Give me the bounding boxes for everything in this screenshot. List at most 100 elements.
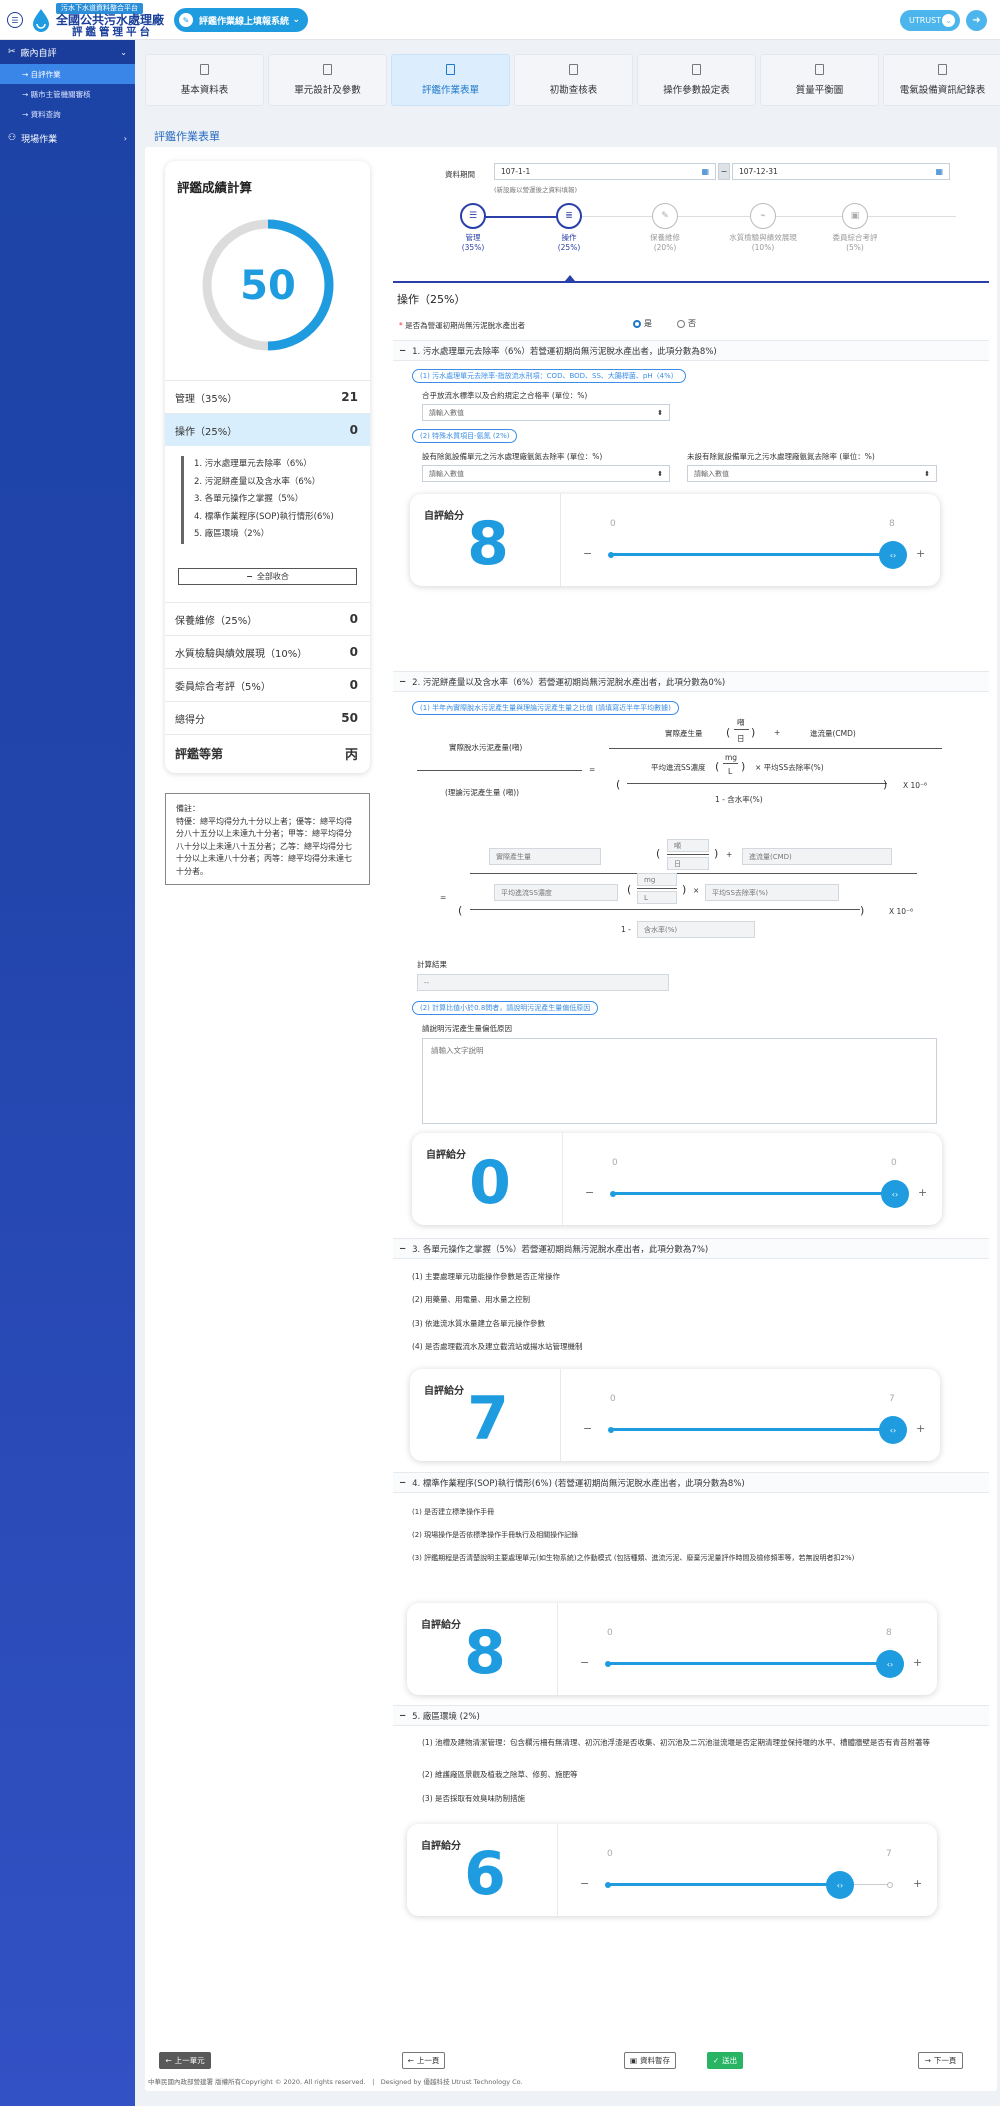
list-item[interactable]: 3. 各單元操作之掌握（5%） [194,491,334,509]
item-2-header[interactable]: −2. 污泥餅產量以及含水率（6%）若營運初期尚無污泥脫水產出者，此項分數為0%… [393,671,989,692]
step-maintenance[interactable]: ✎ 保養維修 (20%) [625,203,705,253]
reason-textarea[interactable] [422,1038,937,1124]
increase-button[interactable]: + [913,1656,922,1669]
ton-input[interactable]: 噸 [667,839,709,852]
l-input[interactable]: L [637,891,677,904]
note-title: 備註： [176,804,200,813]
list-item[interactable]: 2. 污泥餅產量以及含水率（6%） [194,474,334,492]
radio-checked-icon [633,319,641,328]
item-2-pill-1: (1) 半年內實際脫水污泥產生量與理論污泥產生量之比值 (請填寫近半年平均數據) [412,701,679,715]
prev-page-button[interactable]: ← 上一頁 [402,2052,445,2069]
step-water-quality[interactable]: ⌁ 水質檢驗與績效展現 (10%) [723,203,803,253]
slider-handle[interactable]: ‹› [881,1180,909,1208]
field-label: 合乎放流水標準以及合約規定之合格率 (單位：%) [422,391,588,400]
item-1-header[interactable]: −1. 污水處理單元去除率（6%）若營運初期尚無污泥脫水產出者，此項分數為8%) [393,340,989,361]
increase-button[interactable]: + [916,547,925,560]
question-text: 是否為營運初期尚無污泥脫水產出者 [405,321,526,330]
tab-mass-balance[interactable]: 質量平衡圖 [760,54,879,106]
step-label: 管理 [465,233,481,242]
step-pct: (10%) [751,243,775,252]
decrease-button[interactable]: − [585,1186,594,1199]
tab-inspection[interactable]: 初勘查核表 [514,54,633,106]
nitrogen-with-select[interactable]: 請輸入數值 ⬍ [422,465,670,482]
decrease-button[interactable]: − [583,1422,592,1435]
user-menu[interactable]: UTRUST ⌄ [900,10,960,31]
score-row-maintenance[interactable]: 保養維修（25%） 0 [165,602,370,635]
tab-label: 基本資料表 [180,85,229,96]
radio-yes[interactable]: 是 [633,318,652,329]
tab-electrical[interactable]: 電氣設備資訊紀錄表 [883,54,1000,106]
sort-icon: ⬍ [657,469,663,478]
item-5-header[interactable]: −5. 廠區環境 (2%) [393,1705,989,1726]
formula-symbol: ) [682,883,687,896]
list-item[interactable]: 4. 標準作業程序(SOP)執行情形(6%) [194,509,334,527]
submit-button[interactable]: ✓ 送出 [707,2052,743,2069]
fraction-line [470,873,917,874]
end-date-input[interactable]: 107-12-31 ▦ [732,163,950,180]
score-row-committee[interactable]: 委員綜合考評（5%） 0 [165,668,370,701]
increase-button[interactable]: + [918,1186,927,1199]
system-select[interactable]: ✎ 評鑑作業線上填報系統 ⌄ [174,8,308,32]
slider-handle[interactable]: ‹› [826,1871,854,1899]
step-pct: (25%) [557,243,581,252]
increase-button[interactable]: + [916,1422,925,1435]
increase-button[interactable]: + [913,1877,922,1890]
score-row-value: 0 [349,678,358,692]
nitrogen-without-select[interactable]: 請輸入數值 ⬍ [687,465,937,482]
logout-icon[interactable]: ➜ [966,10,987,31]
sidebar-group-field[interactable]: ⚇ 現場作業 › [0,126,135,150]
slider-handle[interactable]: ‹› [876,1650,904,1678]
fraction-line [609,748,942,749]
water-content-input[interactable]: 含水率(%) [637,921,755,938]
slider-handle[interactable]: ‹› [879,541,907,569]
tab-op-params[interactable]: 操作參數設定表 [637,54,756,106]
actual-production-input[interactable]: 實際產生量 [489,848,601,865]
list-item[interactable]: 1. 污水處理單元去除率（6%） [194,456,334,474]
save-draft-button[interactable]: ▣ 資料暫存 [624,2052,676,2069]
item-4-header[interactable]: −4. 標準作業程序(SOP)執行情形(6%) (若營運初期尚無污泥脫水產出者，… [393,1472,989,1493]
minus-icon: − [399,345,407,356]
item-3-header[interactable]: −3. 各單元操作之掌握（5%）若營運初期尚無污泥脫水產出者，此項分數為7%) [393,1238,989,1259]
score-row-value: 21 [341,390,358,404]
decrease-button[interactable]: − [580,1877,589,1890]
mg-input[interactable]: mg [637,873,677,886]
formula-label: X 10⁻⁶ [903,781,928,790]
chevron-right-icon: › [123,133,127,143]
tab-unit-design[interactable]: 單元設計及參數 [268,54,387,106]
sidebar-group-self-eval[interactable]: ✂ 廠內自評 ⌄ [0,40,135,64]
score-row-management[interactable]: 管理（35%） 21 [165,380,370,413]
day-input[interactable]: 日 [667,857,709,870]
ss-concentration-input[interactable]: 平均進流SS濃度 [494,884,618,901]
start-date-input[interactable]: 107-1-1 ▦ [494,163,716,180]
sidebar-item-review[interactable]: → 縣市主管機關審核 [0,84,135,104]
score-row-water-quality[interactable]: 水質檢驗與績效展現（10%） 0 [165,635,370,668]
formula-symbol: ) [714,847,719,860]
content: 基本資料表 單元設計及參數 評鑑作業表單 初勘查核表 操作參數設定表 質量平衡圖… [135,40,1000,2106]
step-committee[interactable]: ▣ 委員綜合考評 (5%) [815,203,895,253]
tab-eval-form[interactable]: 評鑑作業表單 [391,54,510,106]
decrease-button[interactable]: − [580,1656,589,1669]
radio-no[interactable]: 否 [677,318,696,329]
tab-label: 單元設計及參數 [294,85,361,96]
sidebar-item-query[interactable]: → 資料查詢 [0,104,135,124]
formula-unit: 日 [737,734,745,743]
collapse-all-button[interactable]: − 全部收合 [178,568,357,585]
tab-basic-info[interactable]: 基本資料表 [145,54,264,106]
sidebar-item-self-eval[interactable]: → 自評作業 [0,64,135,84]
ss-removal-input[interactable]: 平均SS去除率(%) [705,884,839,901]
slider-handle[interactable]: ‹› [879,1416,907,1444]
next-page-button[interactable]: → 下一頁 [918,2052,963,2069]
pass-rate-select[interactable]: 請輸入數值 ⬍ [422,404,670,421]
decrease-button[interactable]: − [583,547,592,560]
operation-sub-list: 1. 污水處理單元去除率（6%） 2. 污泥餅產量以及含水率（6%） 3. 各單… [181,456,334,544]
prev-unit-button[interactable]: ← 上一單元 [159,2052,211,2069]
step-operation[interactable]: ≣ 操作 (25%) [529,203,609,253]
score-row-operation[interactable]: 操作（25%） 0 [165,413,370,446]
inflow-input[interactable]: 進流量(CMD) [742,848,892,865]
item-3-score-panel: 自評給分 7 0 7 − + ‹› [410,1369,940,1461]
step-management[interactable]: ☰ 管理 (35%) [433,203,513,253]
formula-symbol: 1 - [621,925,631,934]
score-row-value: 丙 [344,748,358,763]
menu-icon[interactable]: ☰ [7,12,23,28]
list-item[interactable]: 5. 廠區環境（2%） [194,526,334,544]
